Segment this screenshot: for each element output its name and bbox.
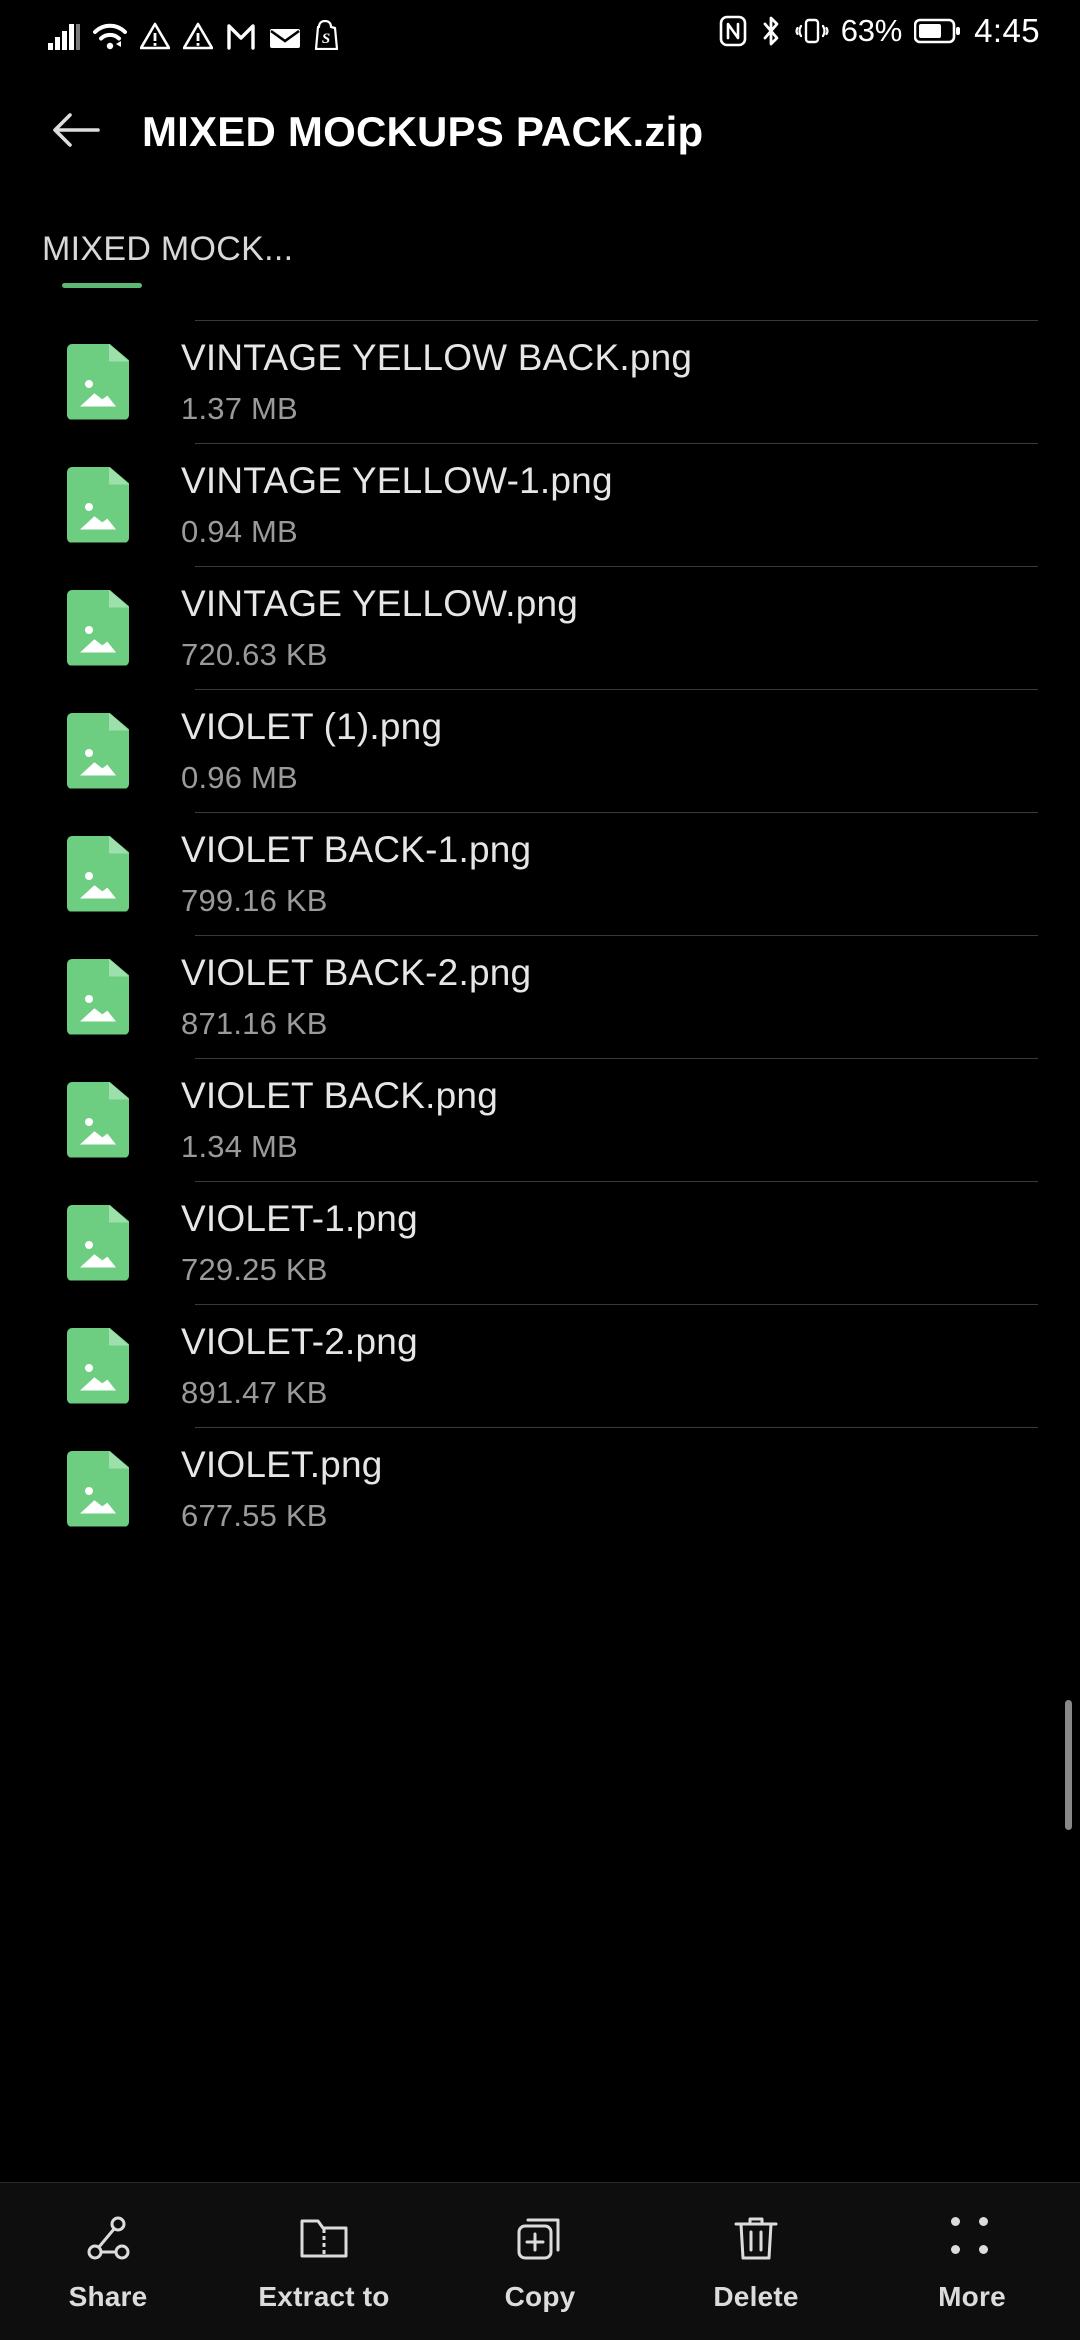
file-size: 1.37 MB bbox=[181, 391, 298, 427]
bluetooth-icon bbox=[759, 15, 783, 47]
bottom-toolbar: Share Extract to Copy Delete More bbox=[0, 2182, 1080, 2340]
wifi-icon bbox=[93, 22, 127, 50]
gmail-icon bbox=[226, 22, 256, 50]
status-bar: S 63% 4:45 bbox=[0, 0, 1080, 62]
warning-triangle-icon bbox=[183, 22, 213, 50]
arrow-left-icon bbox=[50, 109, 102, 156]
file-name: VIOLET BACK.png bbox=[181, 1074, 498, 1116]
file-name: VIOLET (1).png bbox=[181, 705, 443, 747]
file-list-item[interactable]: VINTAGE YELLOW.png 720.63 KB bbox=[0, 566, 1080, 689]
image-file-icon bbox=[67, 958, 129, 1035]
delete-button[interactable]: Delete bbox=[648, 2183, 864, 2340]
share-nodes-icon bbox=[81, 2211, 135, 2265]
file-size: 799.16 KB bbox=[181, 883, 328, 919]
file-list-item[interactable]: VIOLET BACK.png 1.34 MB bbox=[0, 1058, 1080, 1181]
list-divider bbox=[195, 1181, 1038, 1182]
file-name: VIOLET-1.png bbox=[181, 1197, 418, 1239]
more-button-label: More bbox=[938, 2280, 1006, 2312]
image-file-icon bbox=[67, 712, 129, 789]
vibrate-icon bbox=[795, 15, 829, 47]
page-title: MIXED MOCKUPS PACK.zip bbox=[142, 108, 704, 155]
file-list-item[interactable]: VINTAGE YELLOW BACK.png 1.37 MB bbox=[0, 320, 1080, 443]
file-list[interactable]: VINTAGE YELLOW BACK.png 1.37 MB VINTAGE YE… bbox=[0, 320, 1080, 2182]
svg-text:S: S bbox=[322, 31, 330, 47]
file-name: VINTAGE YELLOW.png bbox=[181, 582, 579, 624]
nfc-icon bbox=[719, 15, 747, 47]
status-bar-left-icons: S bbox=[48, 12, 340, 50]
signal-bars-icon bbox=[48, 22, 80, 50]
image-file-icon bbox=[67, 1081, 129, 1158]
list-divider bbox=[195, 689, 1038, 690]
list-divider bbox=[195, 443, 1038, 444]
scrollbar-thumb[interactable] bbox=[1065, 1700, 1072, 1830]
list-divider bbox=[195, 1058, 1038, 1059]
file-list-item[interactable]: VIOLET.png 677.55 KB bbox=[0, 1427, 1080, 1550]
share-button[interactable]: Share bbox=[0, 2183, 216, 2340]
status-bar-clock: 4:45 bbox=[974, 12, 1040, 49]
file-list-item[interactable]: VIOLET BACK-2.png 871.16 KB bbox=[0, 935, 1080, 1058]
list-divider bbox=[195, 1304, 1038, 1305]
list-divider bbox=[195, 812, 1038, 813]
copy-button-label: Copy bbox=[504, 2280, 576, 2312]
trash-icon bbox=[729, 2211, 783, 2265]
four-dots-icon bbox=[945, 2211, 999, 2265]
battery-icon bbox=[914, 17, 961, 45]
phone-screen: S 63% 4:45 MIXED MOCKUPS PACK.zip MIXED … bbox=[0, 0, 1080, 2340]
file-name: VIOLET-2.png bbox=[181, 1320, 418, 1362]
file-list-item[interactable]: VIOLET-2.png 891.47 KB bbox=[0, 1304, 1080, 1427]
breadcrumb-item-label: MIXED MOCK... bbox=[42, 230, 294, 268]
image-file-icon bbox=[67, 1450, 129, 1527]
file-size: 677.55 KB bbox=[181, 1498, 328, 1534]
image-file-icon bbox=[67, 1327, 129, 1404]
folder-zip-icon bbox=[297, 2211, 351, 2265]
more-button[interactable]: More bbox=[864, 2183, 1080, 2340]
extract-to-button-label: Extract to bbox=[258, 2280, 390, 2312]
list-divider bbox=[195, 320, 1038, 321]
image-file-icon bbox=[67, 835, 129, 912]
breadcrumb-item-mixed-mock[interactable]: MIXED MOCK... bbox=[42, 230, 293, 288]
file-size: 0.94 MB bbox=[181, 514, 298, 550]
list-divider bbox=[195, 566, 1038, 567]
battery-percent-label: 63% bbox=[840, 13, 903, 48]
file-size: 729.25 KB bbox=[181, 1252, 328, 1288]
list-divider bbox=[195, 1427, 1038, 1428]
shopify-icon: S bbox=[314, 20, 340, 50]
file-size: 871.16 KB bbox=[181, 1006, 328, 1042]
mail-envelope-icon bbox=[269, 22, 301, 50]
copy-button[interactable]: Copy bbox=[432, 2183, 648, 2340]
file-name: VINTAGE YELLOW-1.png bbox=[181, 459, 613, 501]
warning-triangle-icon bbox=[140, 22, 170, 50]
list-divider bbox=[195, 935, 1038, 936]
file-list-item[interactable]: VIOLET BACK-1.png 799.16 KB bbox=[0, 812, 1080, 935]
image-file-icon bbox=[67, 1204, 129, 1281]
image-file-icon bbox=[67, 466, 129, 543]
back-button[interactable] bbox=[28, 84, 124, 180]
share-button-label: Share bbox=[68, 2280, 148, 2312]
file-size: 720.63 KB bbox=[181, 637, 328, 673]
breadcrumb-active-indicator bbox=[62, 283, 142, 288]
image-file-icon bbox=[67, 589, 129, 666]
status-bar-right-icons: 63% 4:45 bbox=[719, 12, 1040, 50]
app-bar: MIXED MOCKUPS PACK.zip bbox=[0, 62, 1080, 202]
extract-to-button[interactable]: Extract to bbox=[216, 2183, 432, 2340]
image-file-icon bbox=[67, 343, 129, 420]
file-name: VIOLET.png bbox=[181, 1443, 383, 1485]
file-list-item[interactable]: VINTAGE YELLOW-1.png 0.94 MB bbox=[0, 443, 1080, 566]
file-size: 1.34 MB bbox=[181, 1129, 298, 1165]
file-list-item[interactable]: VIOLET-1.png 729.25 KB bbox=[0, 1181, 1080, 1304]
file-name: VIOLET BACK-2.png bbox=[181, 951, 532, 993]
file-size: 891.47 KB bbox=[181, 1375, 328, 1411]
delete-button-label: Delete bbox=[713, 2280, 799, 2312]
file-name: VINTAGE YELLOW BACK.png bbox=[181, 336, 693, 378]
breadcrumb: MIXED MOCK... bbox=[0, 230, 1080, 320]
file-list-item[interactable]: VIOLET (1).png 0.96 MB bbox=[0, 689, 1080, 812]
copy-plus-icon bbox=[513, 2211, 567, 2265]
file-size: 0.96 MB bbox=[181, 760, 298, 796]
file-name: VIOLET BACK-1.png bbox=[181, 828, 532, 870]
